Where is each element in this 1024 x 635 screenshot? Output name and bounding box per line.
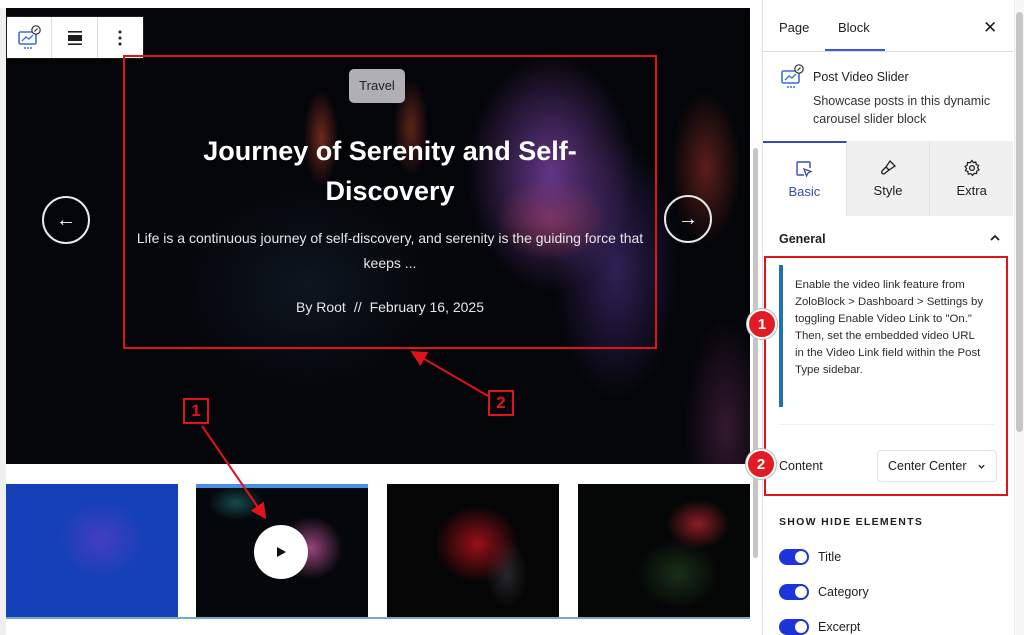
block-toolbar	[6, 16, 144, 59]
toggle-label-category: Category	[818, 585, 869, 599]
post-meta: By Root // February 16, 2025	[124, 299, 656, 315]
panel-tabs: Basic Style Extra	[763, 141, 1013, 216]
block-name: Post Video Slider	[813, 70, 909, 84]
tab-extra[interactable]: Extra	[930, 141, 1013, 216]
title-toggle[interactable]	[779, 549, 809, 565]
more-options-button[interactable]	[98, 17, 143, 58]
align-button[interactable]	[52, 17, 98, 58]
toggle-label-title: Title	[818, 550, 842, 564]
toggle-row-title: Title	[779, 549, 841, 565]
arrow-right-icon: →	[678, 207, 698, 230]
category-badge[interactable]: Travel	[349, 69, 405, 103]
annotation-box-sidebar	[764, 256, 1008, 496]
show-hide-title: SHOW HIDE ELEMENTS	[779, 516, 924, 528]
thumbnail-strip	[6, 464, 750, 619]
block-description: Showcase posts in this dynamic carousel …	[813, 94, 991, 126]
post-title[interactable]: Journey of Serenity and Self-Discovery	[124, 131, 656, 211]
thumbnail-4[interactable]	[578, 484, 750, 617]
more-options-icon	[118, 30, 122, 45]
post-date: February 16, 2025	[369, 299, 484, 315]
block-type-button[interactable]	[7, 17, 53, 58]
general-section-header[interactable]: General	[779, 232, 1001, 246]
play-icon	[277, 547, 286, 557]
canvas-top-strip	[0, 0, 752, 8]
prev-slide-button[interactable]: ←	[42, 196, 90, 244]
thumbnail-3[interactable]	[387, 484, 559, 617]
post-video-slider-icon	[781, 64, 804, 88]
toggle-row-category: Category	[779, 584, 869, 600]
editor-screen: Travel Journey of Serenity and Self-Disc…	[0, 0, 1024, 635]
post-author[interactable]: By Root	[296, 299, 346, 315]
tab-extra-label: Extra	[956, 183, 987, 198]
tab-style[interactable]: Style	[847, 141, 931, 216]
post-video-slider-icon	[18, 24, 41, 49]
annotation-label-1: 1	[183, 398, 209, 424]
close-sidebar-button[interactable]: ✕	[983, 18, 997, 38]
annotation-badge-2: 2	[746, 449, 776, 479]
canvas-scrollbar[interactable]	[753, 148, 758, 558]
sidebar-scrollbar[interactable]	[1016, 12, 1023, 432]
tab-basic-label: Basic	[788, 184, 821, 199]
annotation-badge-1: 1	[747, 309, 777, 339]
annotation-label-2: 2	[488, 390, 514, 416]
tab-style-label: Style	[873, 183, 903, 198]
thumbnail-1[interactable]	[6, 484, 178, 617]
play-video-button[interactable]	[254, 525, 308, 579]
tab-page[interactable]: Page	[779, 20, 809, 35]
category-toggle[interactable]	[779, 584, 809, 600]
meta-separator: //	[353, 299, 362, 315]
cursor-select-icon	[796, 161, 813, 178]
general-title: General	[779, 232, 826, 246]
excerpt-toggle[interactable]	[779, 619, 809, 635]
active-tab-indicator	[825, 49, 885, 51]
thumbnail-2[interactable]	[196, 484, 368, 617]
sidebar-tabs: Page Block ✕	[763, 0, 1013, 52]
post-excerpt: Life is a continuous journey of self-dis…	[136, 230, 644, 271]
toggle-label-excerpt: Excerpt	[818, 620, 861, 634]
align-icon	[67, 30, 82, 45]
chevron-up-icon[interactable]	[989, 232, 1001, 244]
arrow-left-icon: ←	[56, 208, 76, 231]
gear-icon	[963, 159, 980, 177]
next-slide-button[interactable]: →	[664, 195, 712, 243]
slide-content: Travel Journey of Serenity and Self-Disc…	[124, 56, 656, 348]
tab-block[interactable]: Block	[838, 20, 870, 35]
brush-icon	[881, 159, 897, 175]
toggle-row-excerpt: Excerpt	[779, 619, 860, 635]
tab-basic[interactable]: Basic	[763, 141, 847, 216]
